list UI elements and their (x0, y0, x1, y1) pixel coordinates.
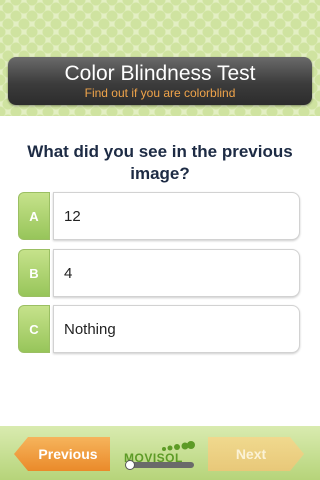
answer-option-b[interactable]: B 4 (18, 249, 300, 297)
question-text: What did you see in the previous image? (27, 142, 293, 183)
answer-letter-badge: C (18, 305, 50, 353)
answer-option-c[interactable]: C Nothing (18, 305, 300, 353)
answer-label: 4 (53, 249, 300, 297)
answer-label: Nothing (53, 305, 300, 353)
progress-knob (125, 460, 135, 470)
footer-toolbar: Previous MOVISOL Next (0, 426, 320, 480)
app-subtitle: Find out if you are colorblind (84, 86, 236, 100)
answer-letter-badge: A (18, 192, 50, 240)
answer-letter-badge: B (18, 249, 50, 297)
progress-slider (125, 460, 194, 470)
app-header: Color Blindness Test Find out if you are… (8, 57, 312, 105)
answer-option-a[interactable]: A 12 (18, 192, 300, 240)
next-button[interactable]: Next (208, 437, 304, 471)
movisol-logo: MOVISOL (124, 440, 198, 465)
answer-label: 12 (53, 192, 300, 240)
previous-button[interactable]: Previous (14, 437, 110, 471)
app-title: Color Blindness Test (64, 62, 256, 85)
